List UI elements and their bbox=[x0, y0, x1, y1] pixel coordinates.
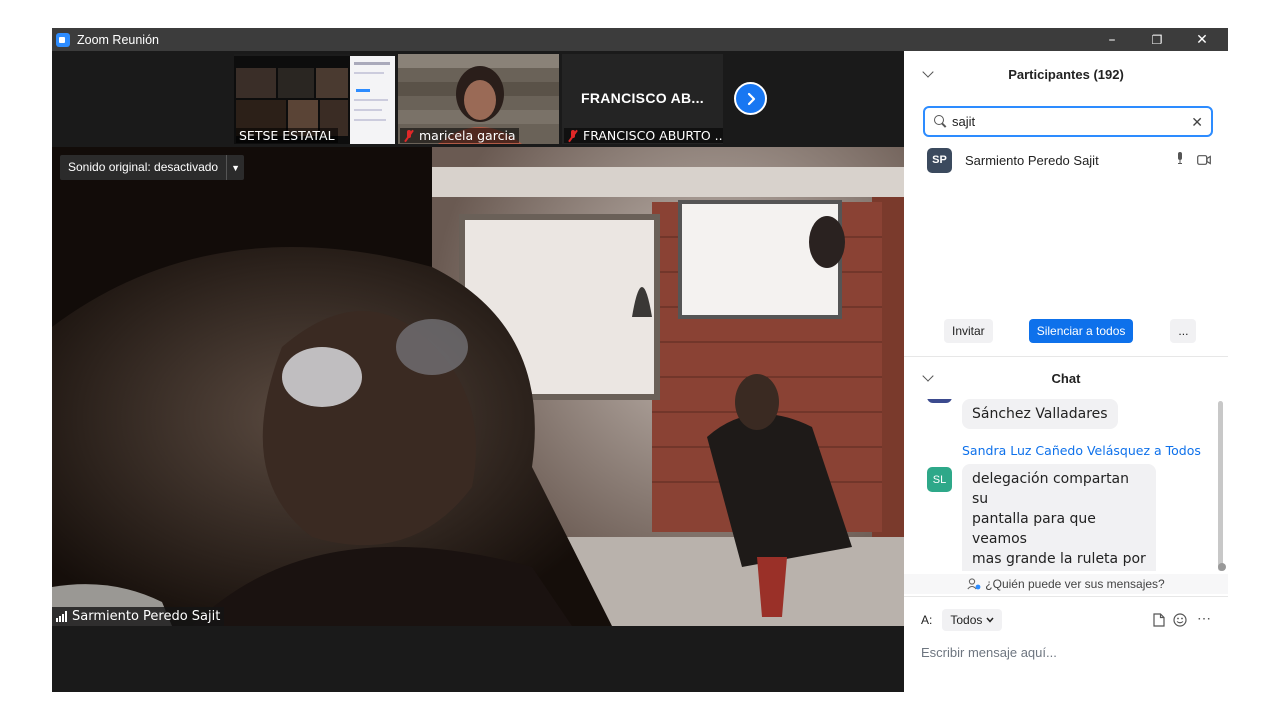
chat-composer-toolbar: A: Todos ⋯ bbox=[921, 608, 1216, 632]
search-input[interactable] bbox=[952, 114, 1182, 129]
muted-mic-icon bbox=[403, 129, 415, 142]
invite-button[interactable]: Invitar bbox=[944, 319, 993, 343]
chat-message-line: pantalla para que veamos bbox=[972, 511, 1096, 547]
chat-scrollbar[interactable] bbox=[1218, 401, 1223, 571]
more-options-icon[interactable]: ⋯ bbox=[1197, 610, 1211, 627]
meeting-area: SETSE ESTATAL maricela garcia FRANCISCO … bbox=[52, 51, 904, 692]
recipient-value: Todos bbox=[950, 613, 983, 627]
speaker-video-image bbox=[52, 147, 904, 626]
thumbnail-name-label: FRANCISCO ABURTO ... bbox=[564, 128, 723, 143]
minimize-button[interactable]: – bbox=[1089, 28, 1135, 51]
video-thumbnail[interactable]: FRANCISCO AB... FRANCISCO ABURTO ... bbox=[562, 54, 723, 144]
microphone-icon[interactable] bbox=[1177, 152, 1183, 164]
participant-search[interactable]: ✕ bbox=[923, 106, 1213, 137]
chat-sender: Sandra Luz Cañedo Velásquez a Todos bbox=[962, 443, 1201, 458]
original-sound-toggle[interactable]: Sonido original: desactivado ▼ bbox=[60, 155, 245, 180]
chat-messages[interactable]: Sánchez Valladares Sandra Luz Cañedo Vel… bbox=[904, 399, 1228, 571]
section-divider bbox=[904, 596, 1228, 597]
avatar bbox=[927, 399, 952, 403]
next-page-button[interactable] bbox=[734, 82, 767, 115]
chevron-down-icon[interactable] bbox=[922, 370, 934, 382]
thumbnail-name: maricela garcia bbox=[419, 128, 516, 143]
side-panel: Participantes (192) ✕ SP Sarmiento Pered… bbox=[904, 51, 1228, 692]
signal-strength-icon bbox=[56, 611, 67, 622]
thumbnail-name: SETSE ESTATAL bbox=[236, 128, 338, 143]
recipient-select[interactable]: Todos bbox=[942, 609, 1003, 631]
person-icon bbox=[967, 578, 981, 590]
file-icon[interactable] bbox=[1153, 613, 1165, 627]
chat-message-line: favor bbox=[972, 569, 1146, 571]
caret-down-icon[interactable]: ▼ bbox=[226, 155, 244, 180]
avatar: SP bbox=[927, 147, 952, 173]
participants-title: Participantes (192) bbox=[1008, 66, 1124, 82]
window-title: Zoom Reunión bbox=[77, 32, 159, 47]
video-camera-icon[interactable] bbox=[1197, 155, 1211, 165]
chevron-down-icon[interactable] bbox=[922, 66, 934, 78]
original-sound-label: Sonido original: desactivado bbox=[68, 160, 219, 174]
video-thumbnail[interactable]: maricela garcia bbox=[398, 54, 559, 144]
restore-button[interactable]: ❐ bbox=[1134, 28, 1180, 51]
chat-title: Chat bbox=[1051, 370, 1081, 386]
scroll-thumb[interactable] bbox=[1218, 563, 1226, 571]
clear-search-icon[interactable]: ✕ bbox=[1191, 114, 1203, 131]
thumbnail-name: FRANCISCO ABURTO ... bbox=[583, 128, 723, 143]
video-thumbnail[interactable]: SETSE ESTATAL bbox=[234, 54, 395, 144]
search-icon bbox=[934, 115, 947, 128]
chat-header: Chat bbox=[904, 358, 1228, 398]
chat-message-line: mas grande la ruleta por bbox=[972, 551, 1146, 567]
muted-mic-icon bbox=[567, 129, 579, 142]
thumbnail-big-name: FRANCISCO AB... bbox=[581, 90, 704, 106]
participants-header: Participantes (192) bbox=[904, 54, 1228, 94]
message-visibility-hint[interactable]: ¿Quién puede ver sus mensajes? bbox=[904, 574, 1228, 594]
section-divider bbox=[904, 356, 1228, 357]
recipient-label: A: bbox=[921, 613, 933, 627]
participant-name: Sarmiento Peredo Sajit bbox=[965, 152, 1099, 168]
close-button[interactable]: ✕ bbox=[1179, 28, 1225, 51]
zoom-logo-icon bbox=[56, 32, 70, 47]
speaker-name: Sarmiento Peredo Sajit bbox=[72, 609, 221, 624]
mute-all-button[interactable]: Silenciar a todos bbox=[1028, 319, 1134, 343]
more-options-button[interactable]: ... bbox=[1170, 319, 1197, 343]
title-bar: Zoom Reunión – ❐ ✕ bbox=[52, 28, 1228, 51]
chevron-right-icon bbox=[747, 92, 755, 105]
chevron-down-icon bbox=[986, 617, 994, 623]
visibility-hint-text: ¿Quién puede ver sus mensajes? bbox=[985, 577, 1165, 591]
video-thumbnail-strip: SETSE ESTATAL maricela garcia FRANCISCO … bbox=[234, 54, 723, 144]
chat-message-bubble: Sánchez Valladares bbox=[962, 399, 1118, 429]
main-speaker-video[interactable]: Sonido original: desactivado ▼ Sarmiento… bbox=[52, 147, 904, 626]
chat-message-bubble: delegación compartan su pantalla para qu… bbox=[962, 464, 1156, 571]
speaker-name-tag: Sarmiento Peredo Sajit bbox=[52, 607, 225, 626]
chat-message-input[interactable] bbox=[921, 641, 1216, 663]
participant-list-item[interactable]: SP Sarmiento Peredo Sajit bbox=[927, 147, 1217, 173]
zoom-window: Zoom Reunión – ❐ ✕ SETSE ESTATAL maricel… bbox=[52, 28, 1228, 692]
chat-message-line: delegación compartan su bbox=[972, 471, 1130, 507]
participant-actions: Invitar Silenciar a todos ... bbox=[944, 319, 1197, 343]
emoji-icon[interactable] bbox=[1173, 613, 1187, 627]
thumbnail-name-label: maricela garcia bbox=[400, 128, 519, 143]
avatar: SL bbox=[927, 467, 952, 492]
